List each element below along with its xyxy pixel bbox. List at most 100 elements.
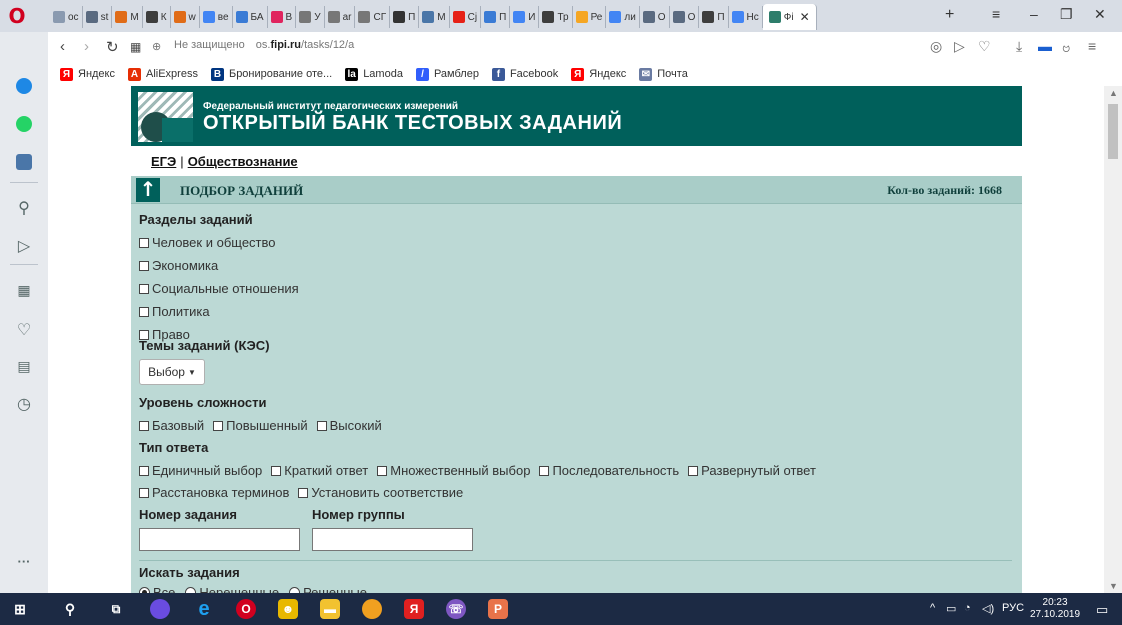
browser-tab[interactable]: О [670, 6, 700, 28]
minimize-icon[interactable]: – [1030, 6, 1038, 22]
file-explorer-icon[interactable]: ▬ [320, 599, 340, 619]
checkbox[interactable] [377, 465, 388, 476]
search-option-radio[interactable]: Решенные [289, 585, 367, 593]
opera-taskbar-icon[interactable]: O [236, 599, 256, 619]
browser-tab[interactable]: Ре [573, 6, 607, 28]
forward-icon[interactable]: › [84, 38, 89, 55]
browser-tab[interactable]: ar [325, 6, 356, 28]
browser-tab[interactable]: М [112, 6, 143, 28]
browser-tab[interactable]: w [171, 6, 200, 28]
notifications-icon[interactable]: ▭ [1096, 602, 1108, 618]
url-field[interactable]: Не защищено os.fipi.ru/tasks/12/a [168, 39, 354, 51]
wifi-icon[interactable]: ◔ [964, 602, 971, 614]
app-icon[interactable]: ☻ [278, 599, 298, 619]
bookmark-item[interactable]: B Бронирование оте... [210, 67, 332, 81]
opera-menu-icon[interactable]: O [6, 5, 28, 27]
bookmark-item[interactable]: ✉ Почта [639, 67, 688, 81]
scroll-down-icon[interactable]: ▼ [1109, 581, 1118, 591]
windows-start-icon[interactable]: ⊞ [10, 599, 30, 619]
viber-icon[interactable]: ☏ [446, 599, 466, 619]
yandex-browser-icon[interactable]: Я [404, 599, 424, 619]
section-option[interactable]: Социальные отношения [139, 281, 299, 296]
browser-tab[interactable]: В [268, 6, 297, 28]
answer-type-option[interactable]: Последовательность [539, 463, 679, 478]
browser-tab[interactable]: П [390, 6, 420, 28]
flow-icon[interactable]: ▷ [0, 236, 48, 256]
speed-dial-icon[interactable]: ▦ [130, 40, 141, 54]
bookmark-item[interactable]: Я Яндекс [60, 67, 115, 81]
browser-tab[interactable]: ве [200, 6, 233, 28]
answer-type-option[interactable]: Множественный выбор [377, 463, 530, 478]
collapse-arrow-icon[interactable]: ↑ [136, 178, 160, 202]
browser-tab[interactable]: П [699, 6, 729, 28]
download-icon[interactable]: ⤓ [1016, 38, 1022, 55]
checkbox[interactable] [271, 465, 282, 476]
browser-tab[interactable]: СГ [355, 6, 391, 28]
answer-type-option[interactable]: Краткий ответ [271, 463, 368, 478]
checkbox[interactable] [139, 420, 149, 431]
history-icon[interactable]: ◷ [0, 394, 48, 414]
checkbox[interactable] [139, 260, 149, 271]
cortana-app-icon[interactable] [150, 599, 170, 619]
section-option[interactable]: Политика [139, 304, 210, 319]
browser-tab[interactable]: К [143, 6, 171, 28]
chrome-icon[interactable] [362, 599, 382, 619]
browser-tab[interactable]: Сј [450, 6, 482, 28]
bookmark-item[interactable]: / Рамблер [415, 67, 479, 81]
vk-icon[interactable] [0, 154, 48, 175]
language-indicator[interactable]: РУС [1002, 602, 1024, 614]
answer-type-option[interactable]: Развернутый ответ [688, 463, 816, 478]
scroll-thumb[interactable] [1108, 104, 1118, 159]
search-icon[interactable]: ⚲ [60, 599, 80, 619]
group-number-input[interactable] [312, 528, 473, 551]
browser-tab[interactable]: П [481, 6, 511, 28]
close-window-icon[interactable]: ✕ [1094, 6, 1106, 23]
checkbox[interactable] [298, 487, 309, 498]
browser-tab[interactable]: БА [233, 6, 268, 28]
level-option[interactable]: Базовый [139, 418, 204, 433]
checkbox[interactable] [213, 420, 224, 431]
browser-tab[interactable]: ли [606, 6, 640, 28]
browser-tab[interactable]: st [83, 6, 113, 28]
browser-tab[interactable]: И [510, 6, 540, 28]
task-view-icon[interactable]: ⧉ [106, 599, 126, 619]
tray-chevron-icon[interactable]: ^ [930, 602, 935, 614]
section-option[interactable]: Экономика [139, 258, 218, 273]
reload-icon[interactable]: ↻ [106, 38, 119, 56]
checkbox[interactable] [139, 306, 149, 317]
checkbox[interactable] [539, 465, 550, 476]
level-option[interactable]: Высокий [316, 418, 382, 433]
level-option[interactable]: Повышенный [213, 418, 308, 433]
system-clock[interactable]: 20:23 27.10.2019 [1030, 597, 1080, 621]
breadcrumb-exam-link[interactable]: ЕГЭ [151, 154, 176, 169]
checkbox[interactable] [139, 237, 149, 248]
bookmarks-icon[interactable]: ♡ [0, 320, 48, 340]
send-icon[interactable]: ▷ [954, 38, 965, 55]
powerpoint-icon[interactable]: P [488, 599, 508, 619]
search-option-radio[interactable]: Все [139, 585, 175, 593]
back-icon[interactable]: ‹ [60, 38, 65, 55]
news-icon[interactable]: ▤ [0, 358, 48, 375]
messenger-icon[interactable] [0, 78, 48, 99]
browser-tab[interactable]: ос [50, 6, 83, 28]
account-icon[interactable]: ဗ [1062, 38, 1070, 59]
heart-icon[interactable]: ♡ [978, 38, 991, 55]
answer-type-option[interactable]: Единичный выбор [139, 463, 262, 478]
bookmark-item[interactable]: Я Яндекс [571, 67, 626, 81]
page-scrollbar[interactable]: ▲ ▼ [1104, 86, 1122, 593]
speed-dial-icon[interactable]: ▦ [0, 282, 48, 299]
browser-tab[interactable]: Тр [539, 6, 573, 28]
bookmark-item[interactable]: A AliExpress [128, 67, 198, 81]
snapshot-icon[interactable]: ◎ [930, 38, 942, 55]
scroll-up-icon[interactable]: ▲ [1109, 88, 1118, 98]
browser-tab[interactable]: О [640, 6, 670, 28]
easy-setup-icon[interactable]: ≡ [1088, 38, 1096, 54]
bookmark-item[interactable]: la Lamoda [345, 67, 403, 81]
active-tab[interactable]: Фі ✕ [762, 4, 817, 30]
section-option[interactable]: Человек и общество [139, 235, 276, 250]
task-number-input[interactable] [139, 528, 300, 551]
whatsapp-icon[interactable] [0, 116, 48, 137]
bookmark-item[interactable]: f Facebook [491, 67, 558, 81]
browser-tab[interactable]: Нс [729, 6, 763, 28]
search-icon[interactable]: ⚲ [0, 198, 48, 218]
